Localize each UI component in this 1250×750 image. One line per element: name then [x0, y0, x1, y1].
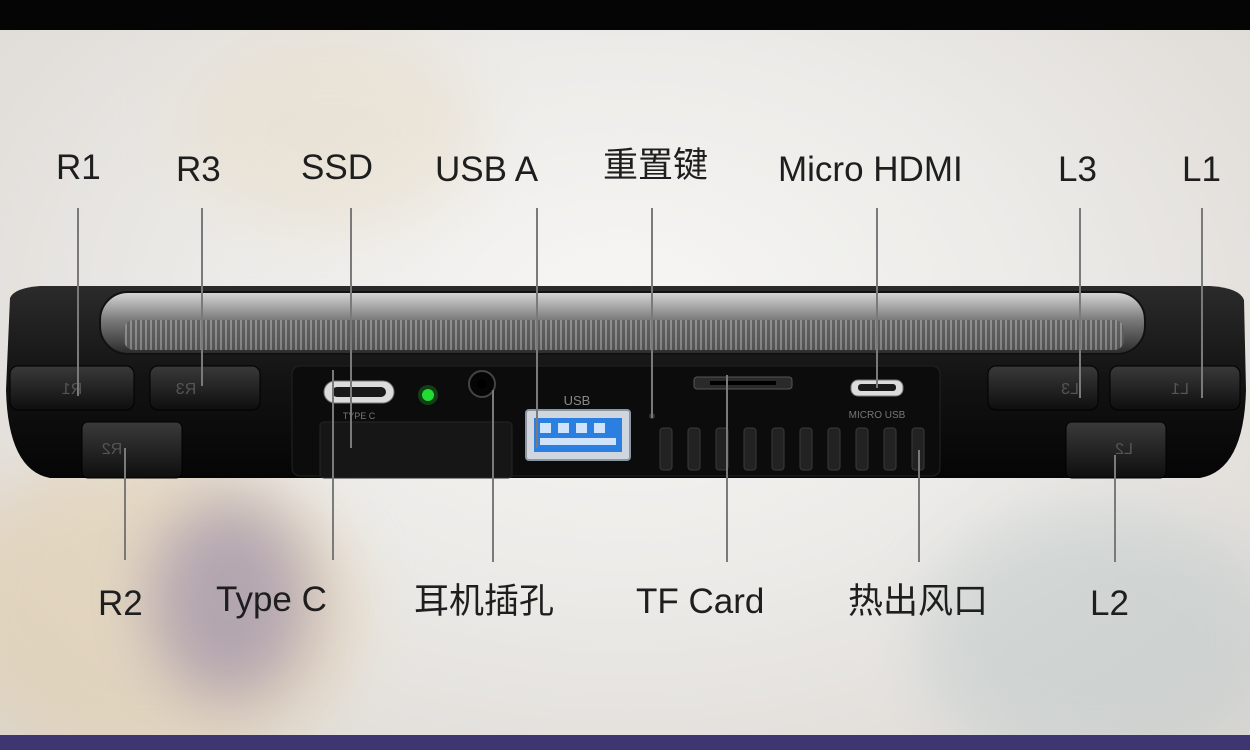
- label-heat-vent: 热出风口: [848, 582, 989, 621]
- leader-line: [876, 208, 878, 388]
- ssd-cover: [319, 421, 513, 479]
- footer-bar: [0, 735, 1250, 750]
- hinge-ribs: [124, 320, 1124, 350]
- label-ssd: SSD: [301, 148, 373, 187]
- label-type-c: Type C: [216, 580, 327, 619]
- r1-print: R1: [62, 381, 83, 398]
- leader-line: [77, 208, 79, 396]
- l3-print: L3: [1061, 381, 1079, 398]
- label-headphone-jack: 耳机插孔: [414, 582, 555, 621]
- r2-button: [81, 421, 183, 479]
- label-l2: L2: [1090, 584, 1129, 623]
- device-rear-view: R1 R3 R2 L3 L1 L2 TYPE C USB MICRO USB: [6, 286, 1246, 479]
- label-reset-button: 重置键: [603, 146, 709, 185]
- l1-print: L1: [1171, 381, 1189, 398]
- leader-line: [332, 370, 334, 560]
- leader-line: [201, 208, 203, 386]
- label-l1: L1: [1182, 150, 1221, 189]
- r2-print: R2: [102, 441, 123, 458]
- label-r2: R2: [98, 584, 143, 623]
- micro-usb-print: MICRO USB: [849, 410, 906, 421]
- l3-button: [987, 365, 1099, 411]
- label-r1: R1: [56, 148, 101, 187]
- r3-button: [149, 365, 261, 411]
- leader-line: [124, 448, 126, 560]
- leader-line: [350, 208, 352, 448]
- product-diagram: R1 R3 R2 L3 L1 L2 TYPE C USB MICRO USB R…: [0, 30, 1250, 735]
- leader-line: [1201, 208, 1203, 398]
- leader-line: [651, 208, 653, 418]
- leader-line: [1114, 455, 1116, 562]
- type-c-print: TYPE C: [343, 411, 376, 421]
- leader-line: [536, 208, 538, 448]
- leader-line: [492, 390, 494, 562]
- label-usb-a: USB A: [435, 150, 539, 189]
- r3-print: R3: [176, 381, 197, 398]
- leader-line: [1079, 208, 1081, 398]
- l2-print: L2: [1115, 441, 1133, 458]
- usb-print: USB: [564, 393, 591, 408]
- top-bar: [0, 0, 1250, 30]
- leader-line: [918, 450, 920, 562]
- label-tf-card: TF Card: [636, 582, 765, 621]
- leader-line: [726, 375, 728, 562]
- label-micro-hdmi: Micro HDMI: [778, 150, 963, 189]
- label-r3: R3: [176, 150, 221, 189]
- label-l3: L3: [1058, 150, 1097, 189]
